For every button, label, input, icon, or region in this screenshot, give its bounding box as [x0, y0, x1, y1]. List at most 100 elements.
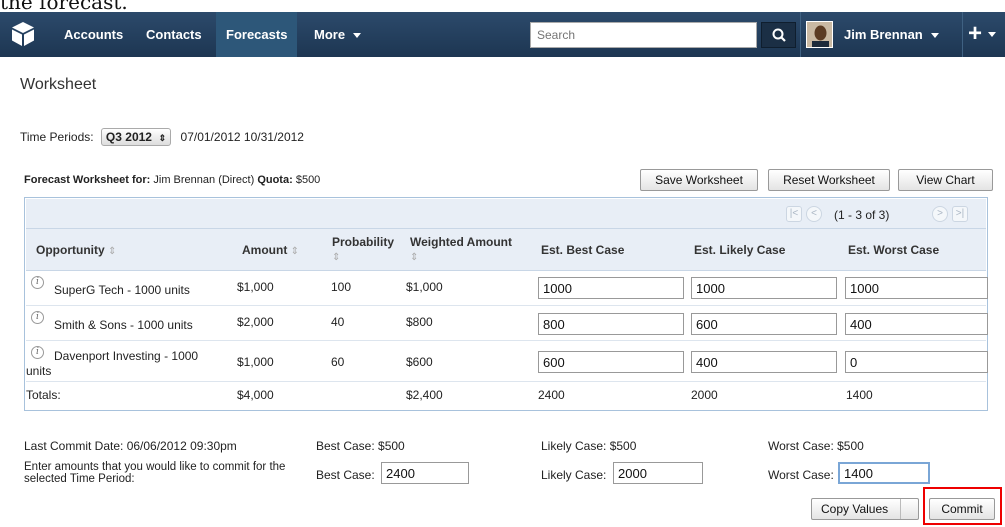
best-case-input[interactable]: [538, 277, 684, 299]
opportunity-name[interactable]: SuperG Tech - 1000 units: [54, 283, 190, 297]
chevron-down-icon: [988, 32, 997, 38]
col-best-case: Est. Best Case: [541, 243, 625, 257]
reset-worksheet-button[interactable]: Reset Worksheet: [768, 169, 890, 191]
first-page-icon[interactable]: |<: [786, 206, 802, 222]
probability-cell: 40: [331, 315, 345, 329]
probability-cell: 100: [331, 280, 352, 294]
time-period-value: Q3 2012: [105, 130, 152, 144]
totals-likely: 2000: [691, 388, 718, 402]
opportunity-name[interactable]: Smith & Sons - 1000 units: [54, 318, 193, 332]
tab-more-label: More: [314, 27, 346, 42]
worksheet-for-row: Forecast Worksheet for: Jim Brennan (Dir…: [24, 174, 320, 186]
top-nav: Accounts Contacts Forecasts More Jim Bre…: [0, 12, 1005, 57]
highlight-box: [923, 487, 1002, 525]
col-probability[interactable]: Probability ⇕: [332, 235, 394, 263]
worst-case-input[interactable]: [845, 313, 988, 335]
likely-case-commit-label: Likely Case:: [541, 468, 607, 482]
cropped-heading-text: the forecast.: [0, 0, 128, 12]
time-period-dates: 07/01/2012 10/31/2012: [180, 130, 304, 144]
copy-values-button[interactable]: Copy Values: [811, 498, 919, 520]
tab-more[interactable]: More: [304, 12, 371, 57]
weighted-cell: $600: [406, 355, 433, 369]
worst-case-commit-label: Worst Case:: [768, 468, 834, 482]
prev-likely-case: Likely Case: $500: [541, 439, 637, 453]
likely-case-commit-input[interactable]: [613, 462, 703, 484]
next-page-icon[interactable]: >: [932, 206, 948, 222]
best-case-input[interactable]: [538, 313, 684, 335]
col-amount[interactable]: Amount ⇕: [242, 243, 299, 257]
col-weighted-label: Weighted Amount: [410, 235, 512, 249]
search-icon: [772, 28, 786, 42]
pager: |< < (1 - 3 of 3) > >|: [26, 199, 986, 229]
probability-cell: 60: [331, 355, 345, 369]
save-worksheet-button[interactable]: Save Worksheet: [640, 169, 758, 191]
user-name: Jim Brennan: [844, 27, 923, 42]
totals-label: Totals:: [26, 388, 61, 402]
totals-worst: 1400: [846, 388, 873, 402]
view-chart-button[interactable]: View Chart: [898, 169, 993, 191]
prev-best-case: Best Case: $500: [316, 439, 405, 453]
quota-value: $500: [295, 174, 321, 186]
table-row: i Davenport Investing - 1000 units $1,00…: [26, 341, 988, 382]
sort-icon: ⇕: [332, 252, 341, 263]
worksheet-table: |< < (1 - 3 of 3) > >| Opportunity ⇕ Amo…: [24, 197, 988, 411]
nav-divider: [962, 12, 963, 57]
opportunity-name-wrap[interactable]: units: [26, 364, 51, 378]
totals-amount: $4,000: [237, 388, 274, 402]
col-probability-label: Probability: [332, 235, 395, 249]
search-input[interactable]: [530, 22, 757, 48]
info-icon[interactable]: i: [31, 311, 44, 324]
worst-case-commit-input[interactable]: [838, 462, 930, 484]
sort-icon: ⇕: [108, 246, 117, 257]
avatar[interactable]: [806, 21, 833, 48]
worst-case-input[interactable]: [845, 351, 988, 373]
opportunity-name[interactable]: Davenport Investing - 1000: [54, 349, 198, 363]
amount-cell: $1,000: [237, 280, 274, 294]
cube-icon[interactable]: [11, 21, 35, 47]
nav-divider: [800, 12, 801, 57]
tab-accounts[interactable]: Accounts: [54, 12, 133, 57]
user-menu[interactable]: Jim Brennan: [844, 12, 939, 57]
worst-case-input[interactable]: [845, 277, 988, 299]
likely-case-input[interactable]: [691, 277, 837, 299]
user-photo-icon: [807, 22, 832, 47]
quick-create-menu[interactable]: +: [968, 12, 997, 57]
likely-case-input[interactable]: [691, 313, 837, 335]
copy-values-dropdown[interactable]: [900, 499, 918, 519]
worksheet-for-label: Forecast Worksheet for:: [24, 174, 151, 186]
col-weighted-amount[interactable]: Weighted Amount ⇕: [410, 235, 512, 263]
plus-icon: +: [968, 20, 983, 47]
best-case-input[interactable]: [538, 351, 684, 373]
totals-weighted: $2,400: [406, 388, 443, 402]
best-case-commit-input[interactable]: [381, 462, 469, 484]
chevron-down-icon: [353, 33, 362, 39]
prev-page-icon[interactable]: <: [806, 206, 822, 222]
amount-cell: $2,000: [237, 315, 274, 329]
copy-values-label: Copy Values: [821, 502, 889, 516]
tab-contacts[interactable]: Contacts: [136, 12, 212, 57]
last-page-icon[interactable]: >|: [952, 206, 968, 222]
select-arrows-icon: ⇕: [158, 133, 167, 143]
likely-case-input[interactable]: [691, 351, 837, 373]
pager-text: (1 - 3 of 3): [834, 208, 890, 222]
tab-forecasts[interactable]: Forecasts: [216, 12, 298, 57]
info-icon[interactable]: i: [31, 346, 44, 359]
table-row: i Smith & Sons - 1000 units $2,000 40 $8…: [26, 306, 988, 341]
col-opportunity-label: Opportunity: [36, 243, 105, 257]
col-opportunity[interactable]: Opportunity ⇕: [36, 243, 116, 257]
chevron-down-icon: [930, 33, 939, 39]
sort-icon: ⇕: [410, 252, 419, 263]
info-icon[interactable]: i: [31, 276, 44, 289]
col-likely-case: Est. Likely Case: [694, 243, 786, 257]
worksheet-for-value: Jim Brennan (Direct): [153, 174, 255, 186]
commit-instructions: Enter amounts that you would like to com…: [24, 461, 286, 485]
prev-worst-case: Worst Case: $500: [768, 439, 864, 453]
time-period-row: Time Periods: Q3 2012 ⇕ 07/01/2012 10/31…: [20, 128, 304, 146]
time-period-select[interactable]: Q3 2012 ⇕: [100, 128, 172, 146]
search-button[interactable]: [761, 22, 796, 48]
table-row: i SuperG Tech - 1000 units $1,000 100 $1…: [26, 271, 988, 306]
weighted-cell: $1,000: [406, 280, 443, 294]
col-worst-case: Est. Worst Case: [848, 243, 940, 257]
table-header: Opportunity ⇕ Amount ⇕ Probability ⇕ Weig…: [26, 229, 986, 271]
quota-label: Quota:: [257, 174, 293, 186]
